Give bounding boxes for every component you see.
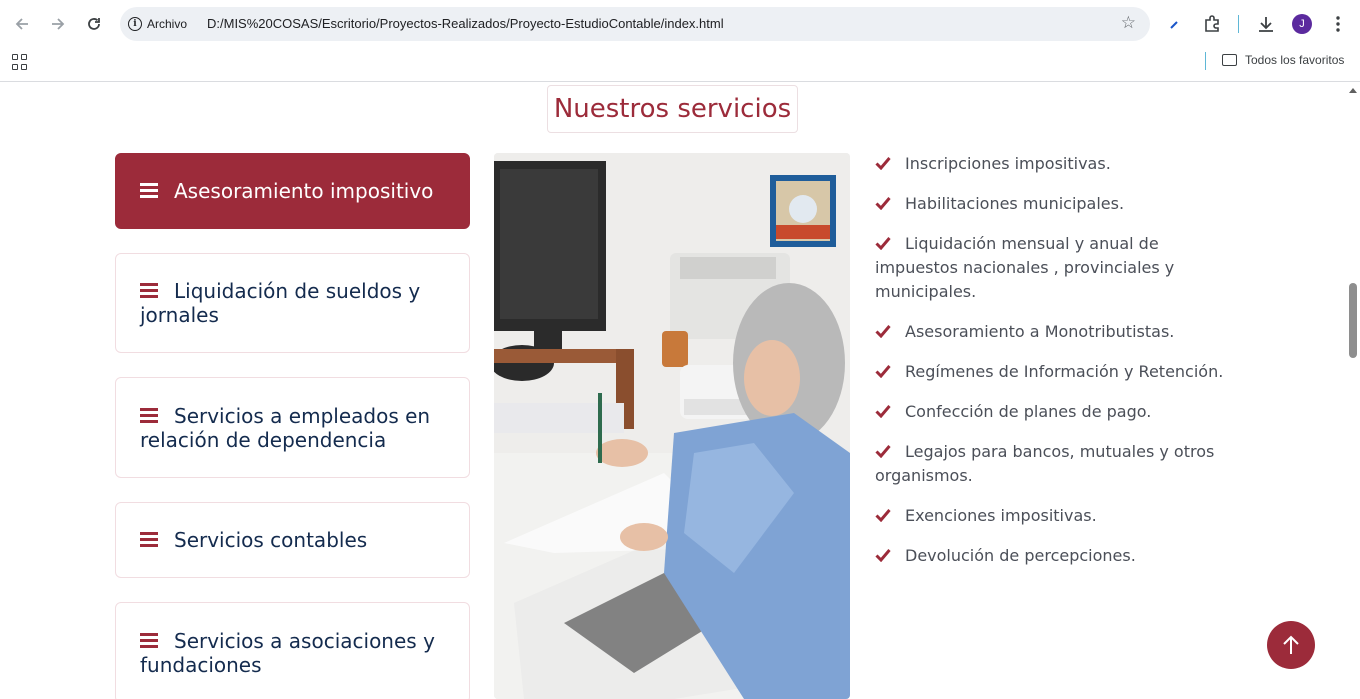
services-list: Inscripciones impositivas. Habilitacione… bbox=[875, 152, 1235, 584]
address-chip-label: Archivo bbox=[147, 17, 188, 31]
list-item-text: Habilitaciones municipales. bbox=[905, 194, 1125, 213]
list-item-text: Legajos para bancos, mutuales y otros or… bbox=[875, 442, 1215, 485]
list-item: Regímenes de Información y Retención. bbox=[875, 360, 1235, 384]
service-card-empleados[interactable]: Servicios a empleados en relación de dep… bbox=[115, 377, 470, 478]
bars-icon bbox=[140, 183, 158, 199]
service-card-label: Liquidación de sueldos y jornales bbox=[140, 279, 421, 327]
list-item: Exenciones impositivas. bbox=[875, 504, 1235, 528]
address-bar[interactable]: i Archivo D:/MIS%20COSAS/Escritorio/Proy… bbox=[120, 7, 1150, 41]
list-item: Confección de planes de pago. bbox=[875, 400, 1235, 424]
check-icon bbox=[875, 325, 891, 338]
service-card-contables[interactable]: Servicios contables bbox=[115, 502, 470, 578]
list-item: Legajos para bancos, mutuales y otros or… bbox=[875, 440, 1235, 488]
service-card-label: Servicios contables bbox=[174, 528, 368, 552]
profile-avatar[interactable]: J bbox=[1292, 14, 1312, 34]
list-item: Asesoramiento a Monotributistas. bbox=[875, 320, 1235, 344]
bookmarks-bar: Todos los favoritos bbox=[0, 48, 1360, 82]
service-card-label: Asesoramiento impositivo bbox=[174, 179, 434, 203]
page-viewport: Nuestros servicios Asesoramiento imposit… bbox=[0, 82, 1346, 699]
bars-icon bbox=[140, 407, 158, 424]
check-icon bbox=[875, 197, 891, 210]
info-icon: i bbox=[128, 17, 142, 31]
browser-toolbar: i Archivo D:/MIS%20COSAS/Escritorio/Proy… bbox=[0, 0, 1360, 48]
list-item-text: Regímenes de Información y Retención. bbox=[905, 362, 1224, 381]
url-text[interactable]: D:/MIS%20COSAS/Escritorio/Proyectos-Real… bbox=[207, 16, 724, 31]
extensions-icon[interactable] bbox=[1200, 12, 1224, 36]
service-card-asociaciones[interactable]: Servicios a asociaciones y fundaciones bbox=[115, 602, 470, 699]
list-item: Liquidación mensual y anual de impuestos… bbox=[875, 232, 1235, 304]
scroll-up-icon[interactable] bbox=[1349, 88, 1357, 93]
bars-icon bbox=[140, 532, 158, 548]
bars-icon bbox=[140, 283, 158, 299]
list-item: Inscripciones impositivas. bbox=[875, 152, 1235, 176]
site-info-chip[interactable]: i Archivo bbox=[128, 13, 187, 35]
check-icon bbox=[875, 365, 891, 378]
bookmarks-divider bbox=[1205, 52, 1206, 70]
scrollbar-thumb[interactable] bbox=[1349, 283, 1357, 358]
list-item-text: Exenciones impositivas. bbox=[905, 506, 1097, 525]
forward-icon[interactable] bbox=[44, 10, 72, 38]
list-item-text: Inscripciones impositivas. bbox=[905, 154, 1111, 173]
list-item: Devolución de percepciones. bbox=[875, 544, 1235, 568]
arrow-up-icon bbox=[1283, 635, 1299, 654]
check-icon bbox=[875, 405, 891, 418]
check-icon bbox=[875, 157, 891, 170]
back-icon[interactable] bbox=[8, 10, 36, 38]
list-item-text: Liquidación mensual y anual de impuestos… bbox=[875, 234, 1175, 301]
list-item-text: Confección de planes de pago. bbox=[905, 402, 1152, 421]
apps-icon[interactable] bbox=[12, 54, 28, 70]
check-icon bbox=[875, 549, 891, 562]
list-item: Habilitaciones municipales. bbox=[875, 192, 1235, 216]
star-icon[interactable]: ☆ bbox=[1121, 13, 1136, 33]
pen-icon[interactable] bbox=[1162, 12, 1186, 36]
service-card-label: Servicios a asociaciones y fundaciones bbox=[140, 628, 435, 677]
check-icon bbox=[875, 237, 891, 250]
check-icon bbox=[875, 445, 891, 458]
scroll-to-top-button[interactable] bbox=[1267, 621, 1315, 669]
check-icon bbox=[875, 509, 891, 522]
office-photo bbox=[494, 153, 850, 699]
section-title: Nuestros servicios bbox=[547, 85, 798, 133]
bookmarks-folder-label: Todos los favoritos bbox=[1245, 53, 1345, 67]
service-card-liquidacion[interactable]: Liquidación de sueldos y jornales bbox=[115, 253, 470, 353]
toolbar-divider bbox=[1238, 15, 1239, 33]
folder-icon bbox=[1222, 54, 1237, 66]
bars-icon bbox=[140, 632, 158, 649]
page-scrollbar[interactable] bbox=[1346, 82, 1360, 699]
reload-icon[interactable] bbox=[80, 10, 108, 38]
list-item-text: Devolución de percepciones. bbox=[905, 546, 1136, 565]
service-card-label: Servicios a empleados en relación de dep… bbox=[140, 403, 431, 452]
bookmarks-folder[interactable]: Todos los favoritos bbox=[1222, 53, 1344, 67]
service-card-asesoramiento[interactable]: Asesoramiento impositivo bbox=[115, 153, 470, 229]
menu-icon[interactable] bbox=[1326, 12, 1350, 36]
list-item-text: Asesoramiento a Monotributistas. bbox=[905, 322, 1175, 341]
download-icon[interactable] bbox=[1254, 12, 1278, 36]
